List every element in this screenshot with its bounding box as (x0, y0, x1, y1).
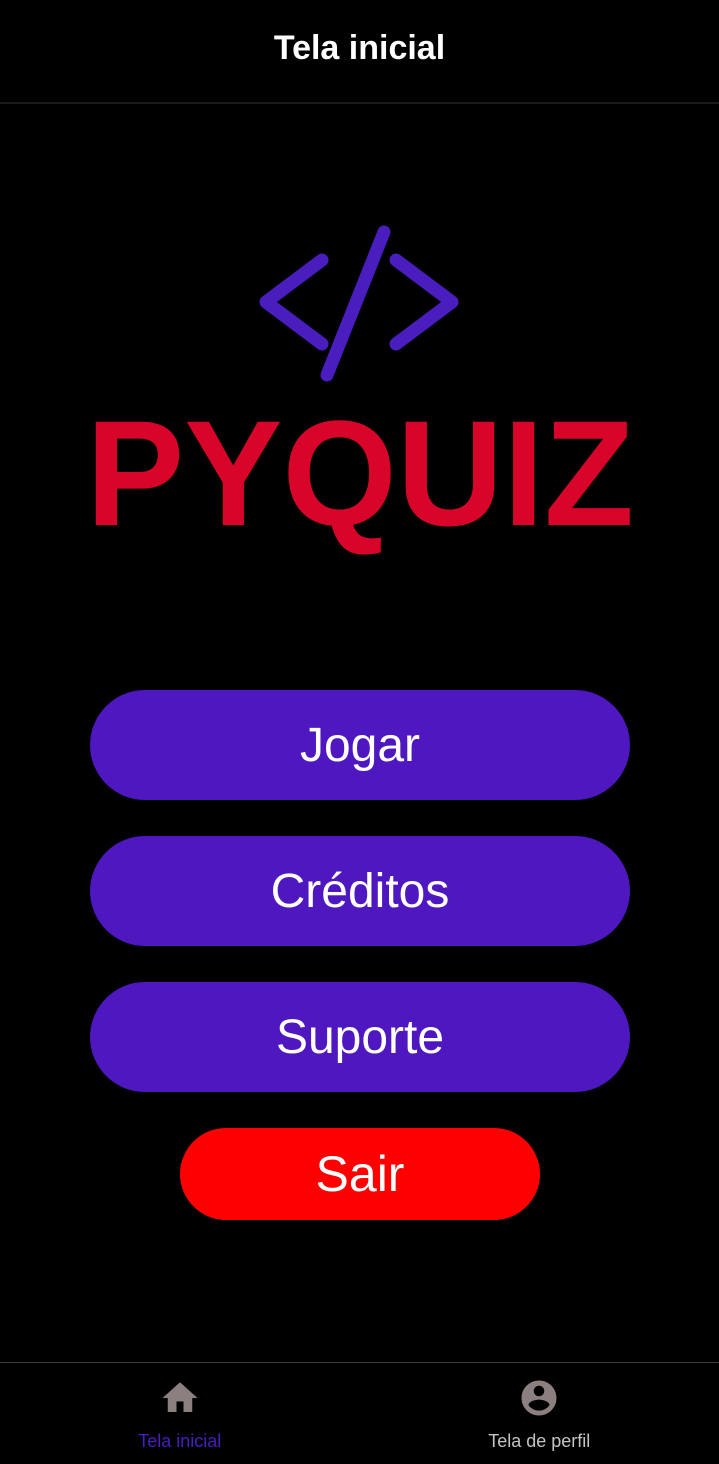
support-button[interactable]: Suporte (90, 982, 630, 1092)
nav-label-profile: Tela de perfil (488, 1431, 591, 1451)
code-brackets-icon (259, 225, 459, 382)
play-button[interactable]: Jogar (90, 690, 630, 800)
account-circle-icon (521, 1380, 557, 1416)
home-icon (162, 1382, 198, 1412)
exit-button[interactable]: Sair (180, 1128, 540, 1220)
page-title: Tela inicial (273, 28, 446, 67)
credits-button[interactable]: Créditos (90, 836, 630, 946)
pyquiz-logo: PYQUIZ (70, 215, 650, 555)
logo-wordmark: PYQUIZ (86, 389, 634, 555)
nav-item-home[interactable]: Tela inicial (0, 1363, 360, 1464)
bottom-navigation: Tela inicial Tela de perfil (0, 1362, 719, 1464)
nav-item-profile[interactable]: Tela de perfil (360, 1363, 719, 1464)
nav-label-home: Tela inicial (138, 1431, 222, 1451)
app-header: Tela inicial (0, 0, 719, 104)
